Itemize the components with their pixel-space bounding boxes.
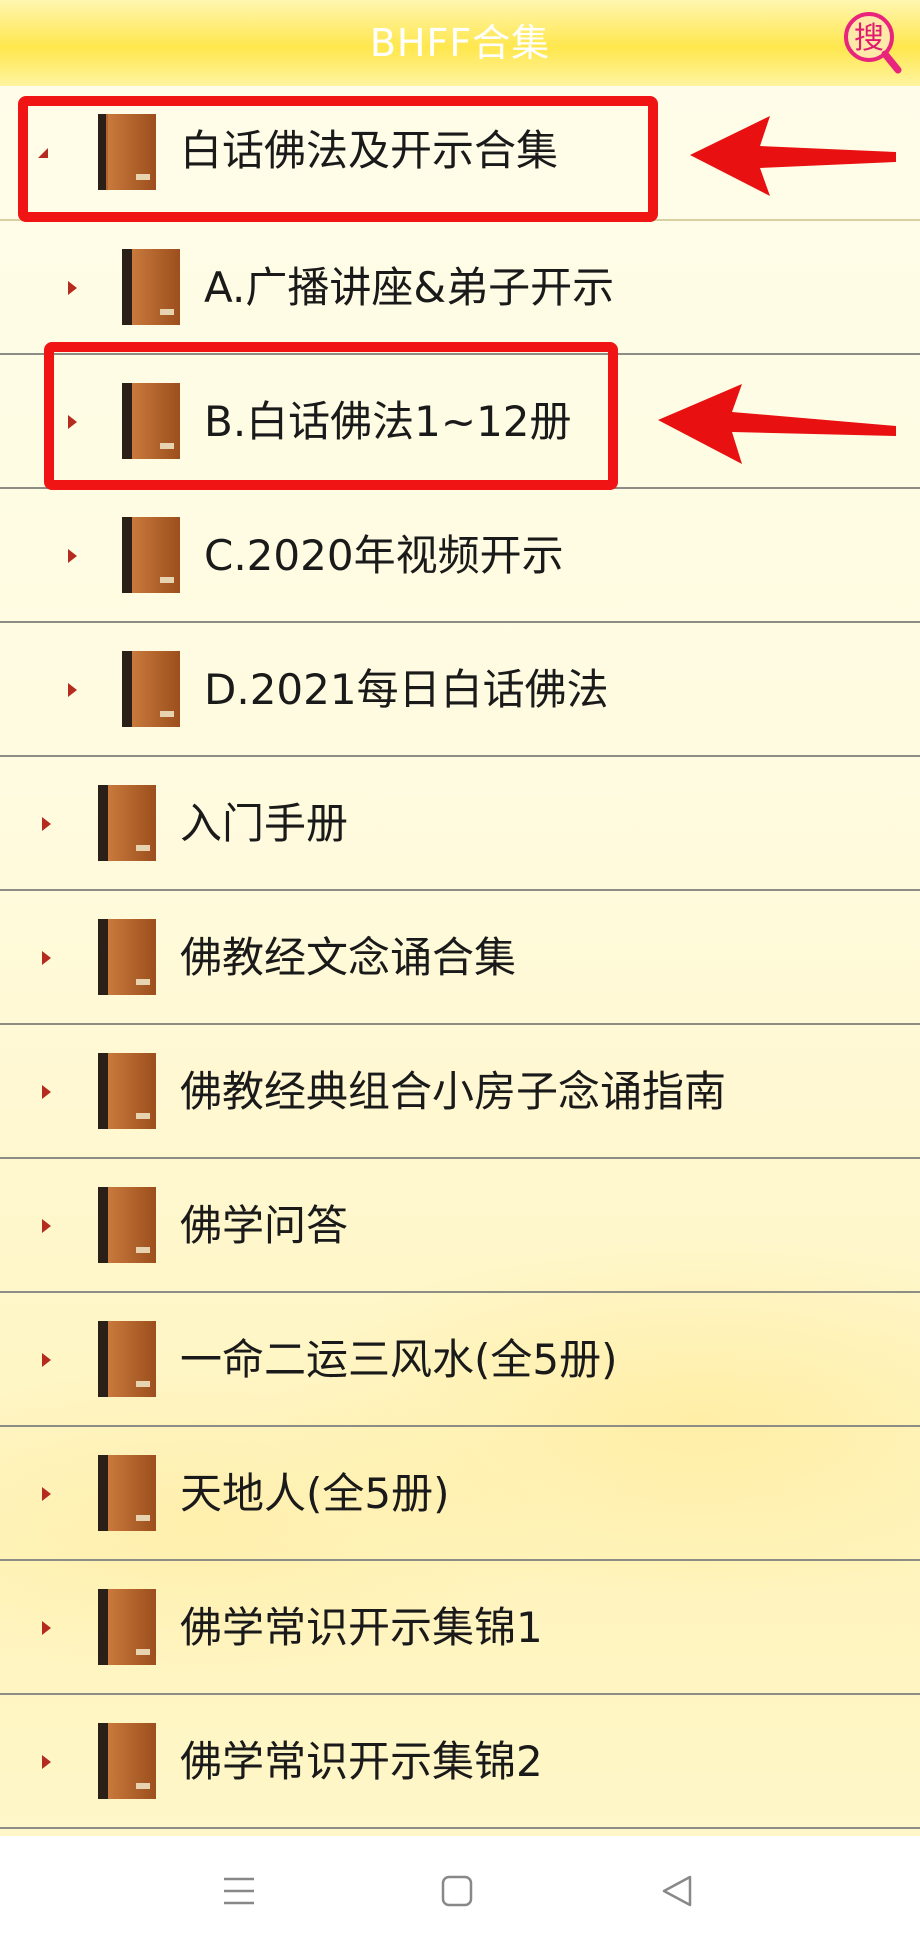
list-item[interactable]: 佛教经文念诵合集 xyxy=(0,891,920,1025)
list-item[interactable]: C.2020年视频开示 xyxy=(0,489,920,623)
list-item-label: 佛学常识开示集锦1 xyxy=(180,1603,543,1652)
book-icon xyxy=(98,785,156,861)
menu-icon[interactable] xyxy=(222,1874,256,1908)
annotation-arrow xyxy=(658,384,896,464)
triangle-right-icon xyxy=(42,1085,51,1099)
list-item-label: 佛教经典组合小房子念诵指南 xyxy=(180,1067,727,1116)
list-item-label: 天地人(全5册) xyxy=(180,1469,450,1518)
triangle-right-icon xyxy=(42,1219,51,1233)
list-item[interactable]: 佛学问答 xyxy=(0,1159,920,1293)
triangle-right-icon xyxy=(68,683,77,697)
system-nav-bar xyxy=(0,1836,920,1954)
triangle-right-icon xyxy=(42,1487,51,1501)
triangle-right-icon xyxy=(68,281,77,295)
book-icon xyxy=(122,249,180,325)
book-icon xyxy=(98,1723,156,1799)
book-icon xyxy=(98,1589,156,1665)
list-item[interactable]: 入门手册 xyxy=(0,757,920,891)
list-item[interactable]: 佛学常识开示集锦2 xyxy=(0,1695,920,1829)
list-item-label: A.广播讲座&弟子开示 xyxy=(204,263,615,312)
list-item[interactable]: D.2021每日白话佛法 xyxy=(0,623,920,757)
triangle-right-icon xyxy=(42,951,51,965)
app-header: BHFF合集 搜 xyxy=(0,0,920,86)
page-title: BHFF合集 xyxy=(369,21,551,65)
search-icon-glyph: 搜 xyxy=(854,21,884,56)
triangle-right-icon xyxy=(42,1621,51,1635)
list-item-label: 佛学问答 xyxy=(180,1201,349,1250)
list-item-label: 入门手册 xyxy=(180,799,349,848)
list-item[interactable]: 佛学常识开示集锦1 xyxy=(0,1561,920,1695)
book-icon xyxy=(122,517,180,593)
triangle-right-icon xyxy=(68,549,77,563)
book-icon xyxy=(98,1053,156,1129)
list-item-label: 佛教经文念诵合集 xyxy=(180,933,517,982)
highlight-box xyxy=(44,342,618,490)
list-item[interactable]: A.广播讲座&弟子开示 xyxy=(0,221,920,355)
triangle-right-icon xyxy=(42,1353,51,1367)
list-item-label: 佛学常识开示集锦2 xyxy=(180,1737,543,1786)
highlight-box xyxy=(18,96,658,222)
book-icon xyxy=(122,651,180,727)
list-item[interactable]: 一命二运三风水(全5册) xyxy=(0,1293,920,1427)
triangle-right-icon xyxy=(42,1755,51,1769)
back-icon[interactable] xyxy=(660,1874,694,1908)
list-item-label: D.2021每日白话佛法 xyxy=(204,665,609,714)
list-item-label: C.2020年视频开示 xyxy=(204,531,564,580)
book-icon xyxy=(98,1455,156,1531)
book-icon xyxy=(98,1187,156,1263)
triangle-right-icon xyxy=(42,817,51,831)
search-icon[interactable]: 搜 xyxy=(842,10,902,76)
annotation-arrow xyxy=(690,116,896,196)
list-item[interactable]: 佛教经典组合小房子念诵指南 xyxy=(0,1025,920,1159)
list-item[interactable]: 天地人(全5册) xyxy=(0,1427,920,1561)
list-item-label: 一命二运三风水(全5册) xyxy=(180,1335,618,1384)
book-icon xyxy=(98,1321,156,1397)
book-icon xyxy=(98,919,156,995)
home-icon[interactable] xyxy=(440,1874,474,1908)
